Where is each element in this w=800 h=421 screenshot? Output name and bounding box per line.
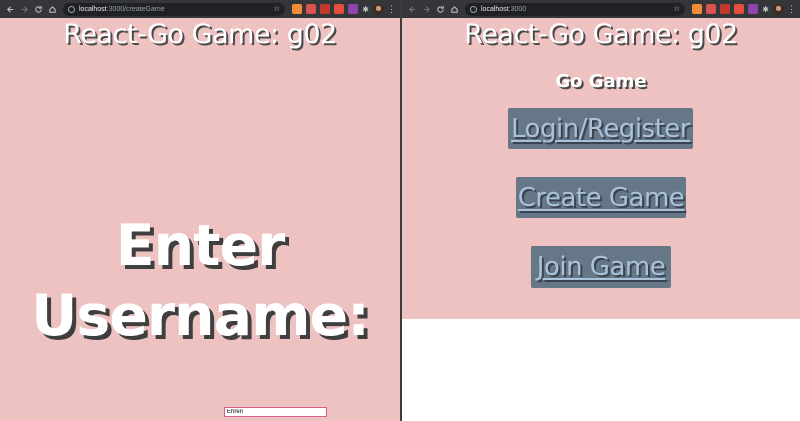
profile-avatar[interactable] — [373, 3, 384, 15]
url-path: :3000/createGame — [106, 5, 165, 13]
address-url: localhost:3000 — [481, 6, 526, 13]
back-icon[interactable] — [406, 3, 418, 15]
extension-icon[interactable] — [348, 4, 359, 14]
url-host: localhost — [79, 5, 107, 13]
bookmark-star-icon[interactable]: ☆ — [273, 5, 280, 13]
extension-icon[interactable] — [706, 4, 717, 14]
address-bar[interactable]: localhost:3000 ☆ — [465, 2, 686, 16]
home-icon[interactable] — [46, 3, 58, 15]
extension-icon[interactable] — [334, 4, 345, 14]
address-bar[interactable]: localhost:3000/createGame ☆ — [63, 2, 286, 16]
extension-icon[interactable] — [720, 4, 731, 14]
browser-toolbar: localhost:3000 ☆ ✱ ⋮ — [402, 0, 800, 18]
site-info-icon[interactable] — [470, 5, 477, 13]
menu-kebab-icon[interactable]: ⋮ — [387, 4, 396, 14]
forward-icon[interactable] — [18, 3, 30, 15]
create-game-button[interactable]: Create Game — [516, 177, 686, 218]
url-host: localhost — [481, 5, 509, 13]
extension-icon[interactable] — [692, 4, 703, 14]
puzzle-icon[interactable]: ✱ — [762, 5, 769, 14]
home-panel: React-Go Game: g02 Go Game Login/Registe… — [402, 18, 800, 319]
enter-username-heading: Enter Username: — [0, 211, 400, 351]
browser-window-left: localhost:3000/createGame ☆ ✱ ⋮ React-Go… — [0, 0, 400, 421]
menu-kebab-icon[interactable]: ⋮ — [787, 4, 796, 14]
heading-line-1: Enter — [115, 213, 286, 279]
profile-avatar[interactable] — [773, 3, 784, 15]
home-icon[interactable] — [448, 3, 460, 15]
page-viewport: React-Go Game: g02 Go Game Login/Registe… — [402, 18, 800, 421]
login-register-button[interactable]: Login/Register — [508, 108, 693, 149]
join-game-button[interactable]: Join Game — [531, 246, 671, 288]
extension-icon[interactable] — [734, 4, 745, 14]
reload-icon[interactable] — [434, 3, 446, 15]
extension-icons: ✱ ⋮ — [690, 3, 796, 15]
app-title: React-Go Game: g02 — [63, 19, 337, 50]
extension-icon[interactable] — [748, 4, 759, 14]
extension-icon[interactable] — [306, 4, 317, 14]
extension-icon[interactable] — [292, 4, 303, 14]
reload-icon[interactable] — [32, 3, 44, 15]
site-info-icon[interactable] — [68, 5, 75, 13]
username-input[interactable] — [224, 407, 327, 417]
forward-icon[interactable] — [420, 3, 432, 15]
back-icon[interactable] — [4, 3, 16, 15]
go-game-subtitle: Go Game — [555, 71, 647, 92]
browser-window-right: localhost:3000 ☆ ✱ ⋮ React-Go Game: g02 … — [402, 0, 800, 421]
extension-icons: ✱ ⋮ — [290, 3, 396, 15]
heading-line-2: Username: — [31, 283, 370, 349]
bookmark-star-icon[interactable]: ☆ — [673, 5, 680, 13]
url-path: :3000 — [508, 5, 527, 13]
address-url: localhost:3000/createGame — [79, 6, 165, 13]
puzzle-icon[interactable]: ✱ — [362, 5, 369, 14]
extension-icon[interactable] — [320, 4, 331, 14]
page-viewport: React-Go Game: g02 Enter Username: — [0, 18, 400, 421]
app-title: React-Go Game: g02 — [464, 19, 738, 50]
browser-toolbar: localhost:3000/createGame ☆ ✱ ⋮ — [0, 0, 400, 18]
